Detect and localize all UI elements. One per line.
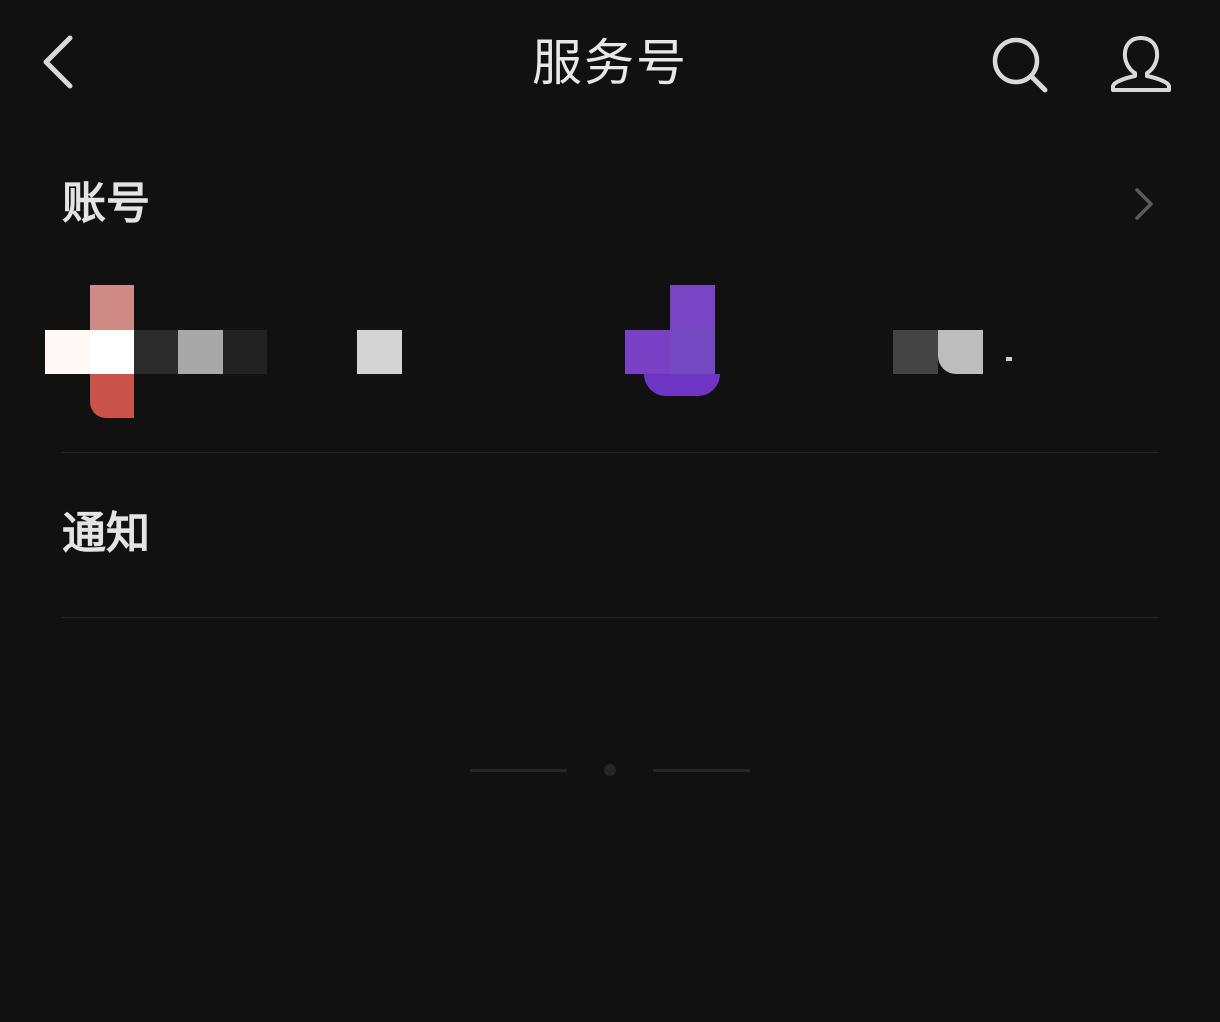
search-icon — [992, 37, 1048, 93]
chevron-right-icon — [1135, 188, 1153, 220]
avatar-pixel — [90, 374, 134, 418]
indicator-line — [653, 769, 750, 772]
avatar-pixel — [90, 330, 134, 374]
indicator-line — [470, 769, 567, 772]
avatar-pixel — [178, 330, 223, 374]
account-avatar[interactable] — [622, 280, 732, 420]
notifications-heading: 通知 — [62, 508, 150, 559]
avatar-pixel — [670, 285, 715, 330]
avatar-pixel — [938, 330, 983, 374]
notifications-section[interactable]: 通知 — [0, 480, 1220, 600]
search-button[interactable] — [985, 30, 1055, 100]
divider — [62, 617, 1159, 618]
indicator-dot — [604, 764, 616, 776]
avatar-pixel — [45, 330, 90, 374]
avatar-pixel — [90, 285, 134, 330]
service-accounts-page: 服务号 账号 通知 — [0, 0, 1220, 1022]
accounts-section[interactable]: 账号 — [0, 150, 1220, 452]
accounts-heading: 账号 — [62, 178, 150, 229]
avatar-pixel — [357, 330, 402, 374]
account-avatar[interactable] — [890, 325, 1030, 385]
avatar-pixel — [893, 330, 938, 374]
avatar-pixel — [1006, 357, 1012, 361]
list-end-indicator — [470, 762, 750, 778]
avatar-pixel — [625, 330, 670, 374]
person-icon — [1111, 36, 1171, 92]
profile-button[interactable] — [1103, 28, 1179, 98]
avatar-pixel — [644, 374, 720, 396]
avatar-pixel — [670, 330, 715, 374]
avatar-pixel — [134, 330, 178, 374]
header-bar: 服务号 — [0, 0, 1220, 128]
divider — [62, 452, 1159, 453]
avatar-pixel — [223, 330, 267, 374]
account-avatar[interactable] — [40, 280, 410, 420]
